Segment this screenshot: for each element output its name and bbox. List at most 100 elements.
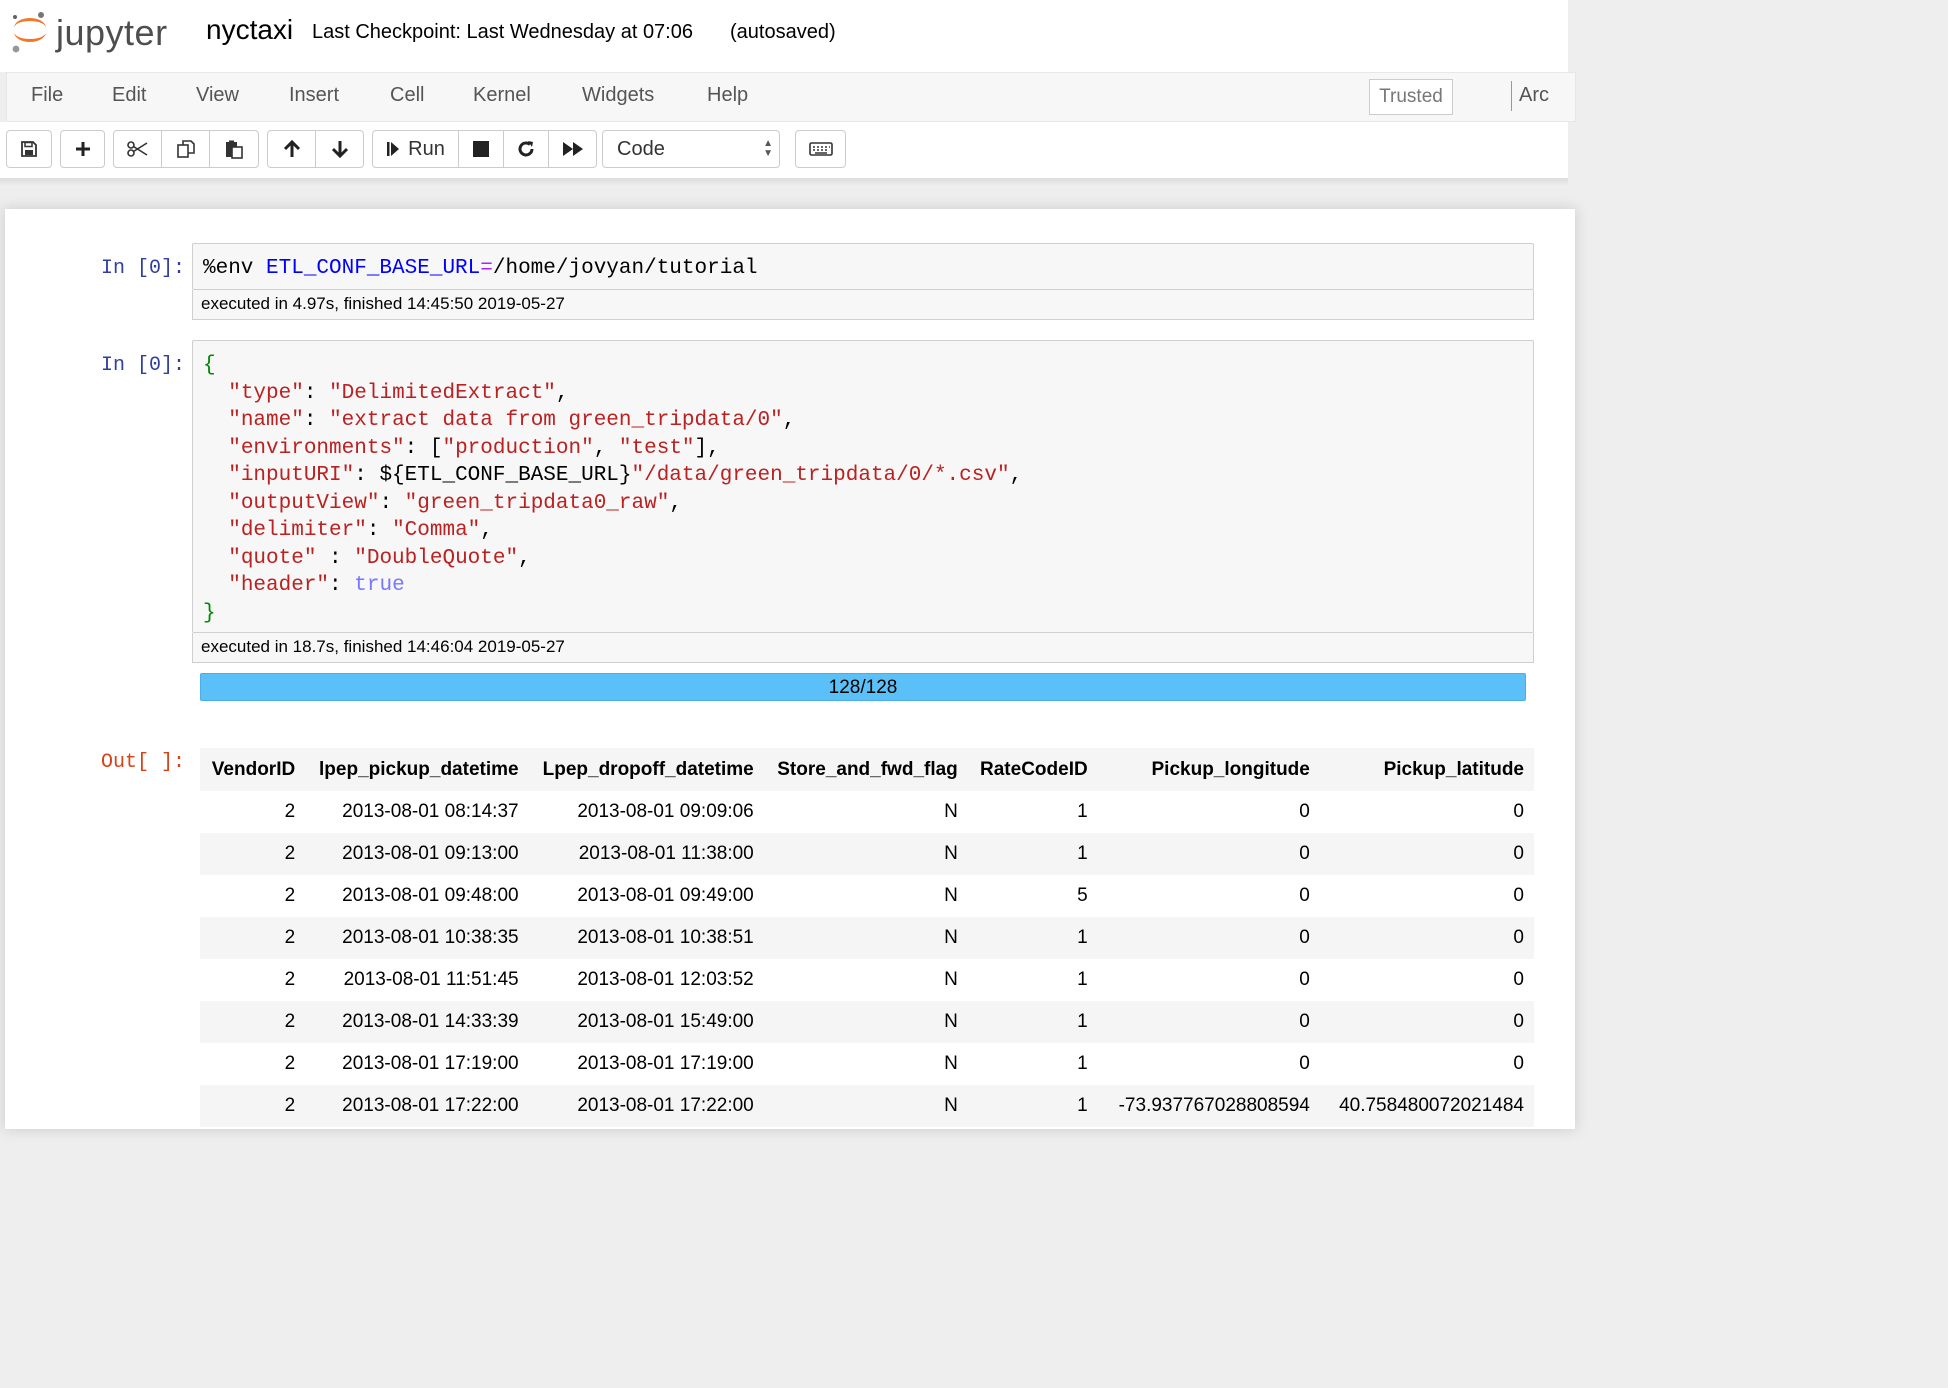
cell-1-input[interactable]: %env ETL_CONF_BASE_URL=/home/jovyan/tuto… <box>192 243 1534 290</box>
table-cell: 0 <box>1319 917 1534 959</box>
table-cell: 2013-08-01 15:49:00 <box>528 1001 764 1043</box>
json-value: "Comma" <box>392 519 481 542</box>
table-cell: 1 <box>967 791 1098 833</box>
save-icon <box>21 141 37 157</box>
table-cell: 2 <box>200 959 306 1001</box>
autosave-status: (autosaved) <box>730 21 836 43</box>
menu-widgets[interactable]: Widgets <box>582 84 654 107</box>
run-button[interactable]: Run <box>372 130 459 168</box>
table-cell: 0 <box>1097 917 1320 959</box>
insert-cell-button[interactable] <box>60 130 105 168</box>
paste-icon <box>226 140 243 159</box>
menu-edit[interactable]: Edit <box>112 84 146 107</box>
table-cell: 2013-08-01 09:48:00 <box>305 875 529 917</box>
menubar: File Edit View Insert Cell Kernel Widget… <box>6 72 1576 122</box>
table-cell: 0 <box>1319 875 1534 917</box>
table-cell: 1 <box>967 1043 1098 1085</box>
cell-type-select[interactable]: Code ▲ ▼ <box>602 130 780 168</box>
table-cell: 0 <box>1319 1001 1534 1043</box>
table-cell: 2 <box>200 1001 306 1043</box>
table-cell: 2 <box>200 917 306 959</box>
table-cell: 2013-08-01 08:14:37 <box>305 791 529 833</box>
cell-2-output-prompt: Out[ ]: <box>100 751 185 774</box>
table-cell: 2 <box>200 1043 306 1085</box>
table-cell: -73.937767028808594 <box>1097 1085 1320 1127</box>
table-cell: 1 <box>967 1085 1098 1127</box>
table-cell: N <box>763 833 968 875</box>
table-cell: 2 <box>200 875 306 917</box>
table-cell: 2013-08-01 17:19:00 <box>305 1043 529 1085</box>
table-cell: 2013-08-01 09:49:00 <box>528 875 764 917</box>
cell-2-input[interactable]: { "type": "DelimitedExtract", "name": "e… <box>192 340 1534 633</box>
kernel-name[interactable]: Arc <box>1519 84 1549 107</box>
table-row: 2 2013-08-01 11:51:45 2013-08-01 12:03:52 N… <box>200 959 1534 1001</box>
table-cell: 0 <box>1319 959 1534 1001</box>
menu-view[interactable]: View <box>196 84 239 107</box>
table-cell: 2013-08-01 10:38:51 <box>528 917 764 959</box>
jupyter-logo-text: jupyter <box>56 12 168 53</box>
json-sep: : <box>303 409 330 432</box>
table-cell: 2 <box>200 833 306 875</box>
json-key: "inputURI" <box>228 464 355 487</box>
restart-button[interactable] <box>503 130 549 168</box>
keyboard-icon <box>808 142 833 156</box>
column-header: Pickup_longitude <box>1097 748 1320 791</box>
table-cell: 2013-08-01 11:51:45 <box>305 959 529 1001</box>
json-key: "quote" <box>228 546 317 570</box>
column-header: lpep_pickup_datetime <box>305 748 529 791</box>
save-button[interactable] <box>6 130 52 168</box>
notebook-header: jupyter nyctaxi Last Checkpoint: Last We… <box>0 0 1568 72</box>
table-row: 2 2013-08-01 14:33:39 2013-08-01 15:49:00 N… <box>200 1001 1534 1043</box>
column-header: RateCodeID <box>967 748 1098 791</box>
json-end: ], <box>694 436 720 460</box>
menu-cell[interactable]: Cell <box>390 84 424 107</box>
table-cell: 1 <box>967 833 1098 875</box>
table-cell: N <box>763 1001 968 1043</box>
restart-run-all-button[interactable] <box>548 130 597 168</box>
json-key: "header" <box>228 574 330 597</box>
plus-icon <box>75 142 90 156</box>
menu-file[interactable]: File <box>31 84 63 107</box>
json-value: "test" <box>618 436 695 460</box>
menu-kernel[interactable]: Kernel <box>473 84 531 107</box>
checkpoint-status: Last Checkpoint: Last Wednesday at 07:06 <box>312 21 693 43</box>
cell-1-exec-info: executed in 4.97s, finished 14:45:50 201… <box>192 290 1534 320</box>
env-equals: = <box>480 257 493 280</box>
json-key: "delimiter" <box>228 519 367 542</box>
trusted-indicator[interactable]: Trusted <box>1369 79 1453 115</box>
command-palette-button[interactable] <box>795 130 846 168</box>
move-down-button[interactable] <box>315 130 364 168</box>
json-end: , <box>518 546 531 570</box>
cell-2-code: { "type": "DelimitedExtract", "name": "e… <box>193 341 1533 627</box>
copy-button[interactable] <box>161 130 210 168</box>
table-cell: 2013-08-01 17:22:00 <box>528 1085 764 1127</box>
table-cell: 1 <box>967 917 1098 959</box>
table-row: 2 2013-08-01 17:22:00 2013-08-01 17:22:00 N… <box>200 1085 1534 1127</box>
table-cell: 0 <box>1319 1043 1534 1085</box>
menu-insert[interactable]: Insert <box>289 84 339 107</box>
json-end: , <box>782 409 796 432</box>
interrupt-button[interactable] <box>458 130 504 168</box>
run-label: Run <box>408 137 445 160</box>
notebook-name[interactable]: nyctaxi <box>206 14 293 46</box>
table-cell: 0 <box>1097 1043 1320 1085</box>
json-key: "name" <box>228 409 304 432</box>
env-var-name: ETL_CONF_BASE_URL <box>266 257 481 280</box>
toolbar: Run Code ▲ ▼ <box>0 122 1568 178</box>
table-cell: 2013-08-01 17:19:00 <box>528 1043 764 1085</box>
table-cell: N <box>763 875 968 917</box>
cut-button[interactable] <box>113 130 162 168</box>
jupyter-logo[interactable]: jupyter <box>10 8 185 56</box>
table-cell: N <box>763 917 968 959</box>
table-row: 2 2013-08-01 17:19:00 2013-08-01 17:19:00 N… <box>200 1043 1534 1085</box>
env-value: /home/jovyan/tutorial <box>492 257 758 280</box>
paste-button[interactable] <box>209 130 259 168</box>
menu-help[interactable]: Help <box>707 84 748 107</box>
table-cell: 0 <box>1097 1001 1320 1043</box>
table-cell: 1 <box>967 959 1098 1001</box>
table-cell: 0 <box>1319 791 1534 833</box>
move-up-button[interactable] <box>267 130 316 168</box>
cell-1-prompt: In [0]: <box>100 257 185 280</box>
output-dataframe: VendorID lpep_pickup_datetime Lpep_dropo… <box>200 748 1534 1127</box>
copy-icon <box>176 140 195 158</box>
